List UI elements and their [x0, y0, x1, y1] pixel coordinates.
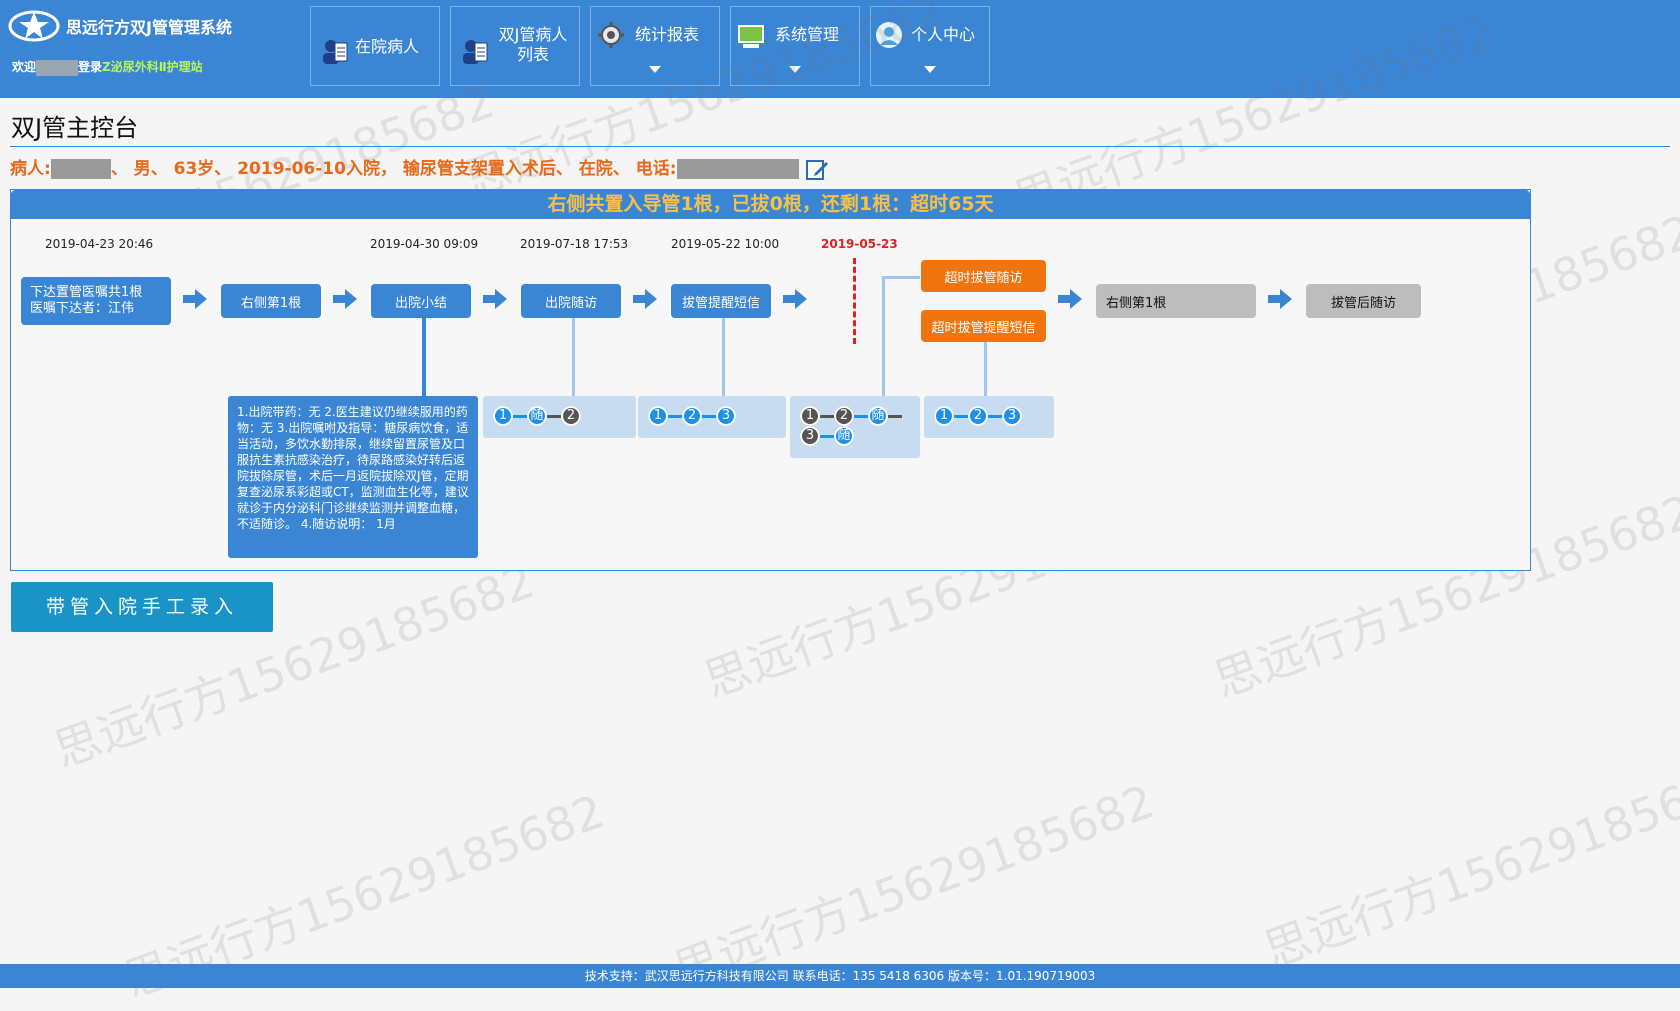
nav-reports-button[interactable]: 统计报表 [590, 6, 720, 86]
step-dot[interactable]: 1 [800, 406, 820, 426]
welcome-text: 欢迎 登录Z泌尿外科Ⅱ护理站 [12, 59, 203, 76]
discharge-followup-node[interactable]: 出院随访 [521, 284, 621, 318]
overdue-sms-node[interactable]: 超时拔管提醒短信 [921, 310, 1046, 342]
top-bar: 思远行方双J管管理系统 欢迎 登录Z泌尿外科Ⅱ护理站 在院病人 双J管病人列表 统… [0, 0, 1680, 98]
monitor-icon [738, 25, 764, 48]
gear-icon [598, 22, 624, 48]
step-dot[interactable]: 2 [682, 406, 702, 426]
timeline-date: 2019-05-22 10:00 [671, 237, 780, 251]
connector-line [572, 318, 575, 396]
step-dot[interactable]: 2 [834, 406, 854, 426]
nav-inpatients-button[interactable]: 在院病人 [310, 6, 440, 86]
overdue-followup-steps-box: 1 2 随 3 随 [790, 396, 920, 458]
step-dot[interactable]: 1 [493, 406, 513, 426]
user-icon [876, 22, 902, 48]
right-catheter-1-pending-node[interactable]: 右侧第1根 [1096, 284, 1256, 318]
nav-patient-list-button[interactable]: 双J管病人列表 [450, 6, 580, 86]
followup-steps-box: 1 随 2 [483, 396, 636, 438]
app-title: 思远行方双J管管理系统 [66, 18, 232, 37]
timeline-date: 2019-04-30 09:09 [370, 237, 479, 251]
arrow-right-icon [333, 289, 357, 309]
timeline-date: 2019-04-23 20:46 [45, 237, 154, 251]
arrow-right-icon [1058, 289, 1082, 309]
connector-line [722, 318, 725, 396]
step-dot[interactable]: 随 [527, 406, 547, 426]
catheter-status-banner: 右侧共置入导管1根，已拔0根，还剩1根：超时65天 [10, 189, 1531, 219]
step-dot[interactable]: 3 [716, 406, 736, 426]
discharge-summary-node[interactable]: 出院小结 [371, 284, 471, 318]
connector-line [882, 276, 885, 396]
step-dot[interactable]: 随 [834, 426, 854, 446]
watermark: 思远行方15629185682 [1257, 753, 1680, 978]
patient-info: 病人:、 男、 63岁、 2019-06-10入院， 输尿管支架置入术后、 在院… [10, 154, 829, 181]
arrow-right-icon [483, 289, 507, 309]
chevron-down-icon [649, 66, 661, 73]
page-title: 双J管主控台 [11, 114, 139, 142]
station-name: Z泌尿外科Ⅱ护理站 [102, 60, 203, 74]
step-dot[interactable]: 3 [1002, 406, 1022, 426]
masked-username [36, 59, 79, 76]
removal-reminder-sms-node[interactable]: 拔管提醒短信 [671, 284, 771, 318]
arrow-right-icon [633, 289, 657, 309]
patient-icon [323, 40, 348, 64]
timeline-date: 2019-07-18 17:53 [520, 237, 629, 251]
patient-list-icon [463, 40, 488, 64]
order-node[interactable]: 下达置管医嘱共1根 医嘱下达者：江伟 [21, 277, 171, 325]
edit-icon[interactable] [805, 157, 829, 181]
logo-icon [8, 10, 60, 42]
nav-personal-label: 个人中心 [911, 25, 976, 44]
manual-entry-button[interactable]: 带管入院手工录入 [11, 582, 273, 632]
watermark: 思远行方15629185682 [47, 553, 541, 778]
overdue-sms-steps-box: 1 2 3 [924, 396, 1054, 438]
masked-phone [676, 159, 799, 179]
step-dot[interactable]: 3 [800, 426, 820, 446]
discharge-summary-content: 1.出院带药：无 2.医生建议仍继续服用的药物：无 3.出院嘱咐及指导：糖尿病饮… [228, 396, 478, 558]
connector-line [422, 318, 426, 396]
overdue-followup-node[interactable]: 超时拔管随访 [921, 260, 1046, 292]
right-catheter-1-node[interactable]: 右侧第1根 [221, 284, 321, 318]
step-dot[interactable]: 2 [968, 406, 988, 426]
nav-personal-button[interactable]: 个人中心 [870, 6, 990, 86]
step-dot[interactable]: 1 [934, 406, 954, 426]
footer: 技术支持：武汉思远行方科技有限公司 联系电话：135 5418 6306 版本号… [0, 964, 1680, 988]
masked-patient-name [50, 159, 111, 179]
nav-patient-list-label: 双J管病人列表 [498, 25, 568, 64]
post-removal-followup-node[interactable]: 拔管后随访 [1306, 284, 1421, 318]
due-date-marker [853, 258, 856, 344]
step-dot[interactable]: 2 [561, 406, 581, 426]
connector-line [984, 342, 987, 396]
title-divider [10, 146, 1670, 147]
arrow-right-icon [1268, 289, 1292, 309]
nav-inpatients-label: 在院病人 [355, 37, 420, 56]
step-dot[interactable]: 随 [868, 406, 888, 426]
step-dot[interactable]: 1 [648, 406, 668, 426]
arrow-right-icon [783, 289, 807, 309]
arrow-right-icon [183, 289, 207, 309]
chevron-down-icon [789, 66, 801, 73]
nav-reports-label: 统计报表 [635, 25, 700, 44]
connector-line [882, 276, 920, 279]
chevron-down-icon [924, 66, 936, 73]
due-date: 2019-05-23 [821, 237, 898, 251]
nav-system-button[interactable]: 系统管理 [730, 6, 860, 86]
nav-system-label: 系统管理 [775, 25, 840, 44]
sms-steps-box: 1 2 3 [638, 396, 786, 438]
